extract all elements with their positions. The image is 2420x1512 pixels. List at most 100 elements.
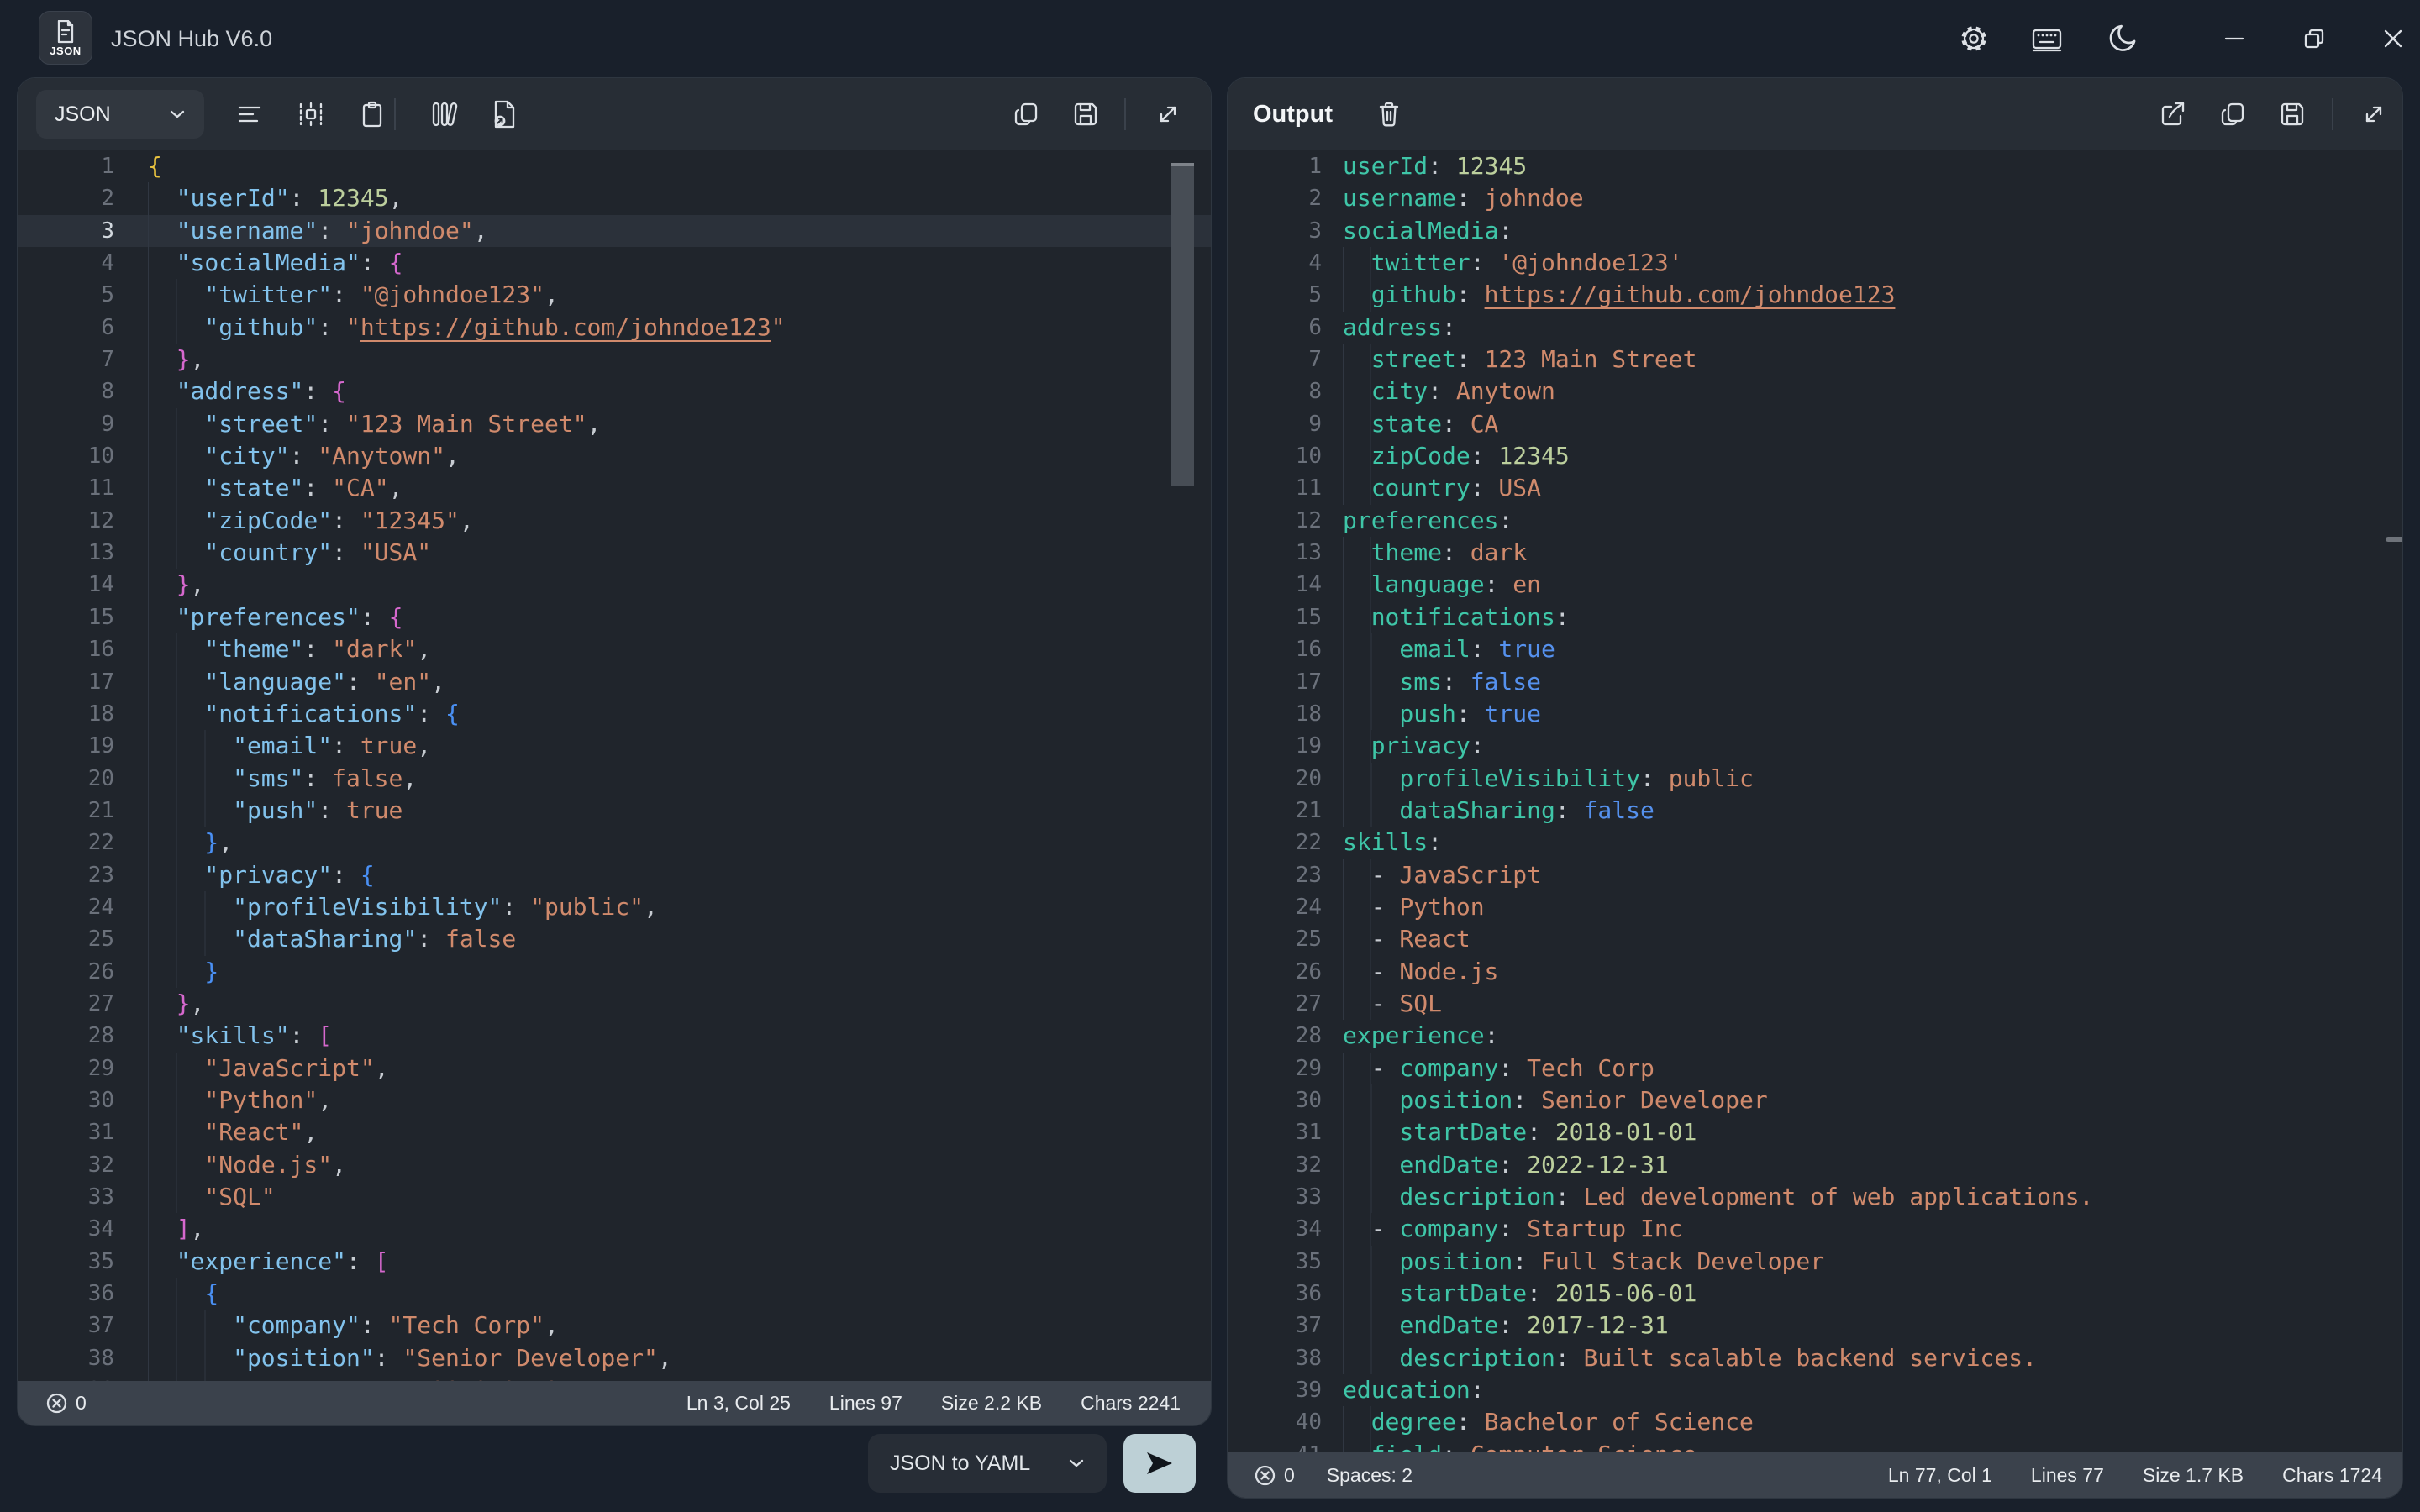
code-line: 26- Node.js [1228,956,2402,988]
line-number: 16 [18,633,131,665]
library-button[interactable] [428,97,461,131]
line-number: 33 [1228,1181,1339,1213]
line-number: 30 [1228,1084,1339,1116]
format-document-button[interactable] [233,97,266,131]
code-line: 17"language": "en", [18,666,1211,698]
code-line: 30"Python", [18,1084,1211,1116]
code-line: 4twitter: '@johndoe123' [1228,247,2402,279]
char-count: Chars 1724 [2282,1464,2382,1487]
convert-button[interactable] [1123,1434,1196,1493]
theme-toggle-button[interactable] [2105,20,2142,57]
code-line: 31"React", [18,1116,1211,1148]
line-number: 19 [1228,730,1339,762]
line-number: 6 [18,312,131,344]
code-line: 6address: [1228,312,2402,344]
line-number: 35 [18,1246,131,1278]
document-icon [55,20,76,44]
input-scrollbar-thumb[interactable] [1171,163,1194,486]
line-number: 32 [18,1149,131,1181]
code-line: 9"street": "123 Main Street", [18,408,1211,440]
code-line: 21dataSharing: false [1228,795,2402,827]
file-size: Size 1.7 KB [2143,1464,2244,1487]
keyboard-icon [2030,22,2064,55]
conversion-select[interactable]: JSON to YAML [868,1434,1107,1493]
expand-input-button[interactable] [1151,97,1185,131]
line-number: 26 [1228,956,1339,988]
paste-button[interactable] [355,97,389,131]
error-circle-icon [46,1393,67,1414]
copy-input-button[interactable] [1009,97,1043,131]
line-number: 2 [1228,182,1339,214]
code-line: 32"Node.js", [18,1149,1211,1181]
expand-output-button[interactable] [2357,97,2391,131]
moon-icon [2107,23,2139,55]
line-number: 32 [1228,1149,1339,1181]
code-line: 34- company: Startup Inc [1228,1213,2402,1245]
line-number: 34 [18,1213,131,1245]
maximize-button[interactable] [2296,20,2333,57]
paste-icon [358,100,387,129]
code-line: 11"state": "CA", [18,472,1211,504]
line-number: 17 [1228,666,1339,698]
save-output-button[interactable] [2275,97,2309,131]
line-number: 36 [1228,1278,1339,1310]
minify-button[interactable] [294,97,328,131]
settings-button[interactable] [1955,20,1992,57]
code-line: 29"JavaScript", [18,1053,1211,1084]
code-line: 6"github": "https://github.com/johndoe12… [18,312,1211,344]
send-icon [1144,1450,1175,1477]
code-line: 33"SQL" [18,1181,1211,1213]
code-line: 29- company: Tech Corp [1228,1053,2402,1084]
code-line: 2"userId": 12345, [18,182,1211,214]
code-line: 24"profileVisibility": "public", [18,891,1211,923]
file-size: Size 2.2 KB [941,1392,1042,1415]
line-number: 10 [18,440,131,472]
save-input-button[interactable] [1069,97,1102,131]
code-line: 3socialMedia: [1228,215,2402,247]
line-number: 21 [18,795,131,827]
line-number: 29 [1228,1053,1339,1084]
line-number: 19 [18,730,131,762]
copy-output-button[interactable] [2216,97,2249,131]
code-line: 1userId: 12345 [1228,150,2402,182]
app-logo-label: JSON [50,45,81,56]
clear-output-button[interactable] [1372,97,1406,131]
code-line: 10zipCode: 12345 [1228,440,2402,472]
error-count: 0 [46,1392,87,1415]
load-file-button[interactable] [487,97,521,131]
line-number: 37 [1228,1310,1339,1341]
line-number: 14 [18,569,131,601]
toolbar-divider [1124,98,1126,130]
code-line: 25- React [1228,923,2402,955]
code-line: 16email: true [1228,633,2402,665]
code-line: 36{ [18,1278,1211,1310]
line-number: 34 [1228,1213,1339,1245]
share-output-button[interactable] [2155,97,2189,131]
titlebar: JSON JSON Hub V6.0 [0,0,2420,77]
code-line: 25"dataSharing": false [18,923,1211,955]
code-line: 37endDate: 2017-12-31 [1228,1310,2402,1341]
expand-icon [2360,100,2388,129]
toolbar-divider [2332,98,2333,130]
line-number: 11 [18,472,131,504]
code-line: 28"skills": [ [18,1020,1211,1052]
line-count: Lines 97 [829,1392,902,1415]
format-select[interactable]: JSON [36,90,204,139]
code-line: 16"theme": "dark", [18,633,1211,665]
line-number: 1 [1228,150,1339,182]
error-count-value: 0 [76,1392,87,1415]
line-number: 22 [1228,827,1339,858]
yaml-output-editor[interactable]: 1userId: 123452username: johndoe3socialM… [1228,150,2402,1454]
output-scrollbar-thumb[interactable] [2386,537,2403,542]
code-line: 12"zipCode": "12345", [18,505,1211,537]
code-line: 3"username": "johndoe", [18,215,1211,247]
close-button[interactable] [2375,20,2412,57]
line-number: 21 [1228,795,1339,827]
line-number: 7 [1228,344,1339,375]
keyboard-button[interactable] [2028,20,2065,57]
line-number: 38 [18,1342,131,1374]
json-input-editor[interactable]: 1{2"userId": 12345,3"username": "johndoe… [18,150,1211,1383]
code-line: 15"preferences": { [18,601,1211,633]
minimize-button[interactable] [2216,20,2253,57]
code-line: 31startDate: 2018-01-01 [1228,1116,2402,1148]
